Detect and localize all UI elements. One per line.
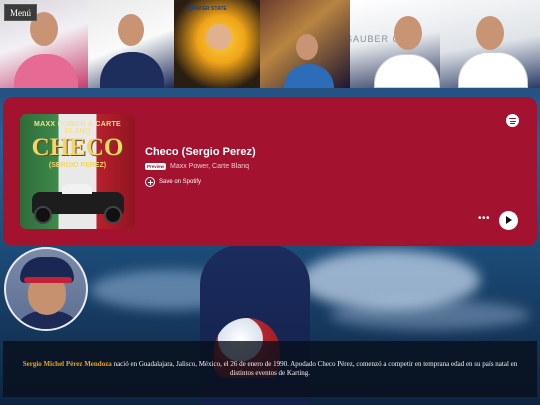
biography-panel: Sergio Michel Pérez Mendoza nació en Gua…: [3, 341, 537, 397]
gallery-photo[interactable]: [88, 0, 174, 88]
gallery-photo[interactable]: QUAKER STATE: [174, 0, 260, 88]
track-artists[interactable]: Maxx Power, Carte Blanq: [170, 163, 249, 170]
spotify-icon[interactable]: [506, 114, 519, 127]
preview-badge: Preview: [145, 163, 167, 170]
sponsor-wall-text: SAUBER C: [350, 34, 401, 44]
menu-button[interactable]: Menú: [4, 4, 37, 21]
save-on-spotify-button[interactable]: Save on Spotify: [145, 177, 201, 187]
biography-name: Sergio Michel Pérez Mendoza: [22, 360, 112, 368]
album-cover[interactable]: MAXX POWER & CARTE BLANQ CHECO (SERGIO P…: [20, 114, 135, 229]
plus-circle-icon: [145, 177, 155, 187]
save-label: Save on Spotify: [159, 179, 202, 185]
biography-body: nació en Guadalajara, Jalisco, México, e…: [111, 360, 518, 377]
photo-gallery-strip: QUAKER STATE SAUBER C: [0, 0, 540, 88]
cover-artist-text: MAXX POWER & CARTE BLANQ: [33, 121, 122, 135]
track-title[interactable]: Checo (Sergio Perez): [145, 146, 256, 158]
cover-subtitle-text: (SERGIO PEREZ): [48, 162, 107, 169]
helmet-sponsor-text: QUAKER STATE: [188, 6, 227, 12]
cover-title-text: CHECO: [31, 134, 124, 161]
biography-text: Sergio Michel Pérez Mendoza nació en Gua…: [19, 360, 521, 378]
gallery-photo[interactable]: [260, 0, 350, 88]
track-meta: Preview Maxx Power, Carte Blanq: [145, 163, 249, 170]
play-button[interactable]: [499, 211, 518, 230]
avatar: [4, 247, 88, 331]
spotify-embed-card[interactable]: MAXX POWER & CARTE BLANQ CHECO (SERGIO P…: [3, 97, 537, 246]
more-icon[interactable]: •••: [478, 214, 492, 226]
gallery-photo[interactable]: SAUBER C: [350, 0, 440, 88]
gallery-photo[interactable]: [440, 0, 540, 88]
